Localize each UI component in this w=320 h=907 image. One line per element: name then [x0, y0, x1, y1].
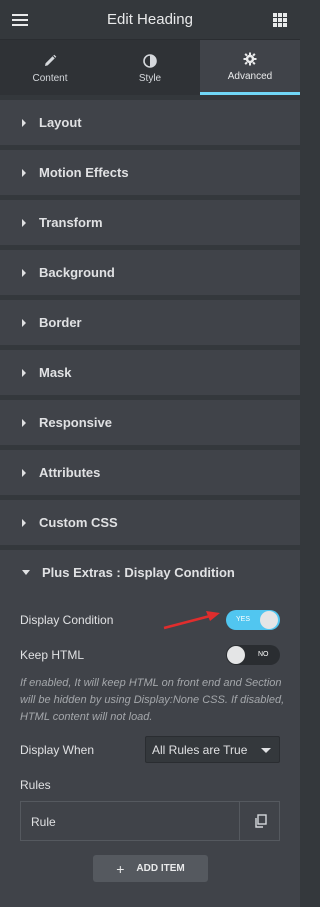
rule-item[interactable]: Rule — [20, 801, 280, 841]
tab-advanced-label: Advanced — [227, 71, 273, 82]
caret-right-icon — [22, 118, 26, 127]
caret-right-icon — [22, 268, 26, 277]
section-label: Motion Effects — [39, 165, 129, 180]
divider — [239, 802, 240, 840]
section-responsive[interactable]: Responsive — [0, 400, 300, 445]
section-border[interactable]: Border — [0, 300, 300, 345]
section-display-condition[interactable]: Plus Extras : Display Condition — [0, 550, 300, 595]
section-mask[interactable]: Mask — [0, 350, 300, 395]
caret-right-icon — [22, 468, 26, 477]
section-label: Custom CSS — [39, 515, 118, 530]
section-layout[interactable]: Layout — [0, 100, 300, 145]
panel-header: Edit Heading — [0, 0, 300, 40]
half-circle-icon — [143, 52, 157, 70]
red-arrow-icon — [163, 611, 220, 630]
caret-right-icon — [22, 418, 26, 427]
section-transform[interactable]: Transform — [0, 200, 300, 245]
section-label: Mask — [39, 365, 72, 380]
keep-html-description: If enabled, It will keep HTML on front e… — [20, 677, 285, 723]
add-item-button[interactable]: + ADD ITEM — [93, 855, 208, 882]
toggle-knob — [227, 646, 245, 664]
keep-html-toggle[interactable]: NO — [226, 645, 280, 665]
display-condition-label: Display Condition — [20, 613, 114, 627]
rule-item-label: Rule — [31, 815, 56, 829]
hamburger-menu-icon[interactable] — [12, 14, 28, 26]
section-list: Layout Motion Effects Transform Backgrou… — [0, 100, 300, 600]
caret-right-icon — [22, 368, 26, 377]
tab-content[interactable]: Content — [0, 40, 100, 95]
apps-grid-icon[interactable] — [273, 13, 287, 27]
rules-label: Rules — [20, 778, 51, 792]
page-title: Edit Heading — [107, 11, 193, 28]
section-attributes[interactable]: Attributes — [0, 450, 300, 495]
section-custom-css[interactable]: Custom CSS — [0, 500, 300, 545]
caret-right-icon — [22, 318, 26, 327]
section-label: Plus Extras : Display Condition — [42, 565, 235, 580]
chevron-down-icon — [261, 748, 271, 753]
caret-right-icon — [22, 518, 26, 527]
section-label: Background — [39, 265, 115, 280]
caret-down-icon — [22, 570, 30, 575]
add-item-label: ADD ITEM — [136, 863, 185, 874]
display-when-select[interactable]: All Rules are True — [145, 736, 280, 763]
section-label: Transform — [39, 215, 103, 230]
tab-content-label: Content — [32, 72, 68, 84]
tab-style-label: Style — [138, 72, 162, 84]
caret-right-icon — [22, 168, 26, 177]
tab-advanced[interactable]: Advanced — [200, 40, 300, 95]
tab-style[interactable]: Style — [100, 40, 200, 95]
toggle-knob — [260, 611, 278, 629]
section-label: Responsive — [39, 415, 112, 430]
section-motion-effects[interactable]: Motion Effects — [0, 150, 300, 195]
plus-icon: + — [116, 860, 125, 877]
section-background[interactable]: Background — [0, 250, 300, 295]
panel-tabs: Content Style Advanced — [0, 40, 300, 95]
gear-icon — [243, 50, 257, 68]
section-label: Layout — [39, 115, 82, 130]
display-when-label: Display When — [20, 743, 95, 757]
caret-right-icon — [22, 218, 26, 227]
toggle-off-label: NO — [258, 651, 269, 658]
display-condition-toggle[interactable]: YES — [226, 610, 280, 630]
section-label: Border — [39, 315, 82, 330]
display-when-value: All Rules are True — [152, 743, 248, 757]
keep-html-label: Keep HTML — [20, 648, 85, 662]
display-condition-panel: Display Condition YES Keep HTML NO If en… — [0, 595, 300, 907]
duplicate-icon[interactable] — [254, 814, 268, 828]
section-label: Attributes — [39, 465, 101, 480]
toggle-on-label: YES — [236, 616, 251, 623]
pencil-icon — [43, 52, 57, 70]
